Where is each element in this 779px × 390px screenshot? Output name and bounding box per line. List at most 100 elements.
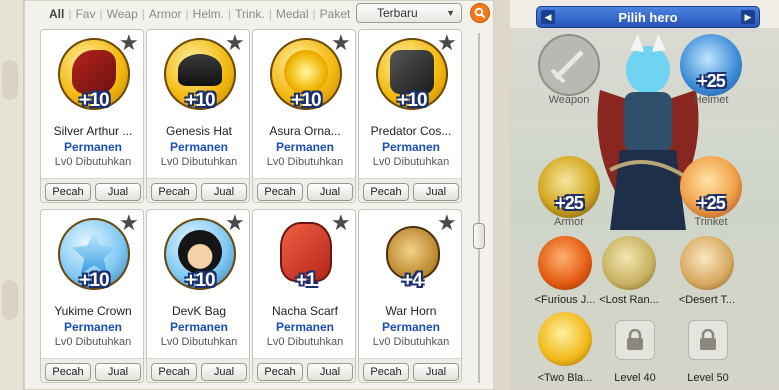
chevron-left-icon[interactable]: ◀ — [541, 10, 555, 24]
armor-slot-label: Armor — [554, 216, 584, 228]
break-button[interactable]: Pecah — [363, 363, 409, 381]
locked-slot-label: Level 50 — [687, 372, 729, 384]
favorite-star-icon[interactable]: ★ — [225, 212, 245, 234]
skill-furious-icon[interactable] — [538, 236, 592, 290]
item-duration: Permanen — [275, 320, 335, 334]
locked-slot-label: Level 40 — [614, 372, 656, 384]
trinket-enhance-level: +25 — [697, 193, 726, 213]
favorite-star-icon[interactable]: ★ — [119, 212, 139, 234]
hero-equipment-panel: ◀ Pilih hero ▶ Weapon +25 Helmet +25 Arm… — [510, 0, 779, 390]
trinket-slot-label: Trinket — [694, 216, 728, 228]
item-level-requirement: Lv0 Dibutuhkan — [372, 156, 450, 168]
item-card-war-horn[interactable]: +4 ★ War Horn Permanen Lv0 Dibutuhkan Pe… — [358, 209, 462, 383]
break-button[interactable]: Pecah — [257, 183, 303, 201]
filter-medal[interactable]: Medal — [272, 7, 313, 21]
lock-icon — [627, 329, 643, 350]
skill-label: <Desert T... — [678, 294, 736, 306]
item-duration: Permanen — [169, 140, 229, 154]
item-name: Silver Arthur ... — [53, 124, 133, 138]
item-level-requirement: Lv0 Dibutuhkan — [160, 156, 238, 168]
scrollbar-thumb[interactable] — [473, 223, 485, 249]
item-card-devk-bag[interactable]: +10 ★ DevK Bag Permanen Lv0 Dibutuhkan P… — [146, 209, 250, 383]
filter-all[interactable]: All — [45, 7, 68, 21]
skill-label: <Lost Ran... — [599, 294, 659, 306]
item-name: Yukime Crown — [54, 304, 132, 318]
skill-label: <Furious J... — [534, 294, 596, 306]
item-level-requirement: Lv0 Dibutuhkan — [266, 156, 344, 168]
skill-lost-ranger-icon[interactable] — [602, 236, 656, 290]
favorite-star-icon[interactable]: ★ — [331, 32, 351, 54]
item-card-genesis-hat[interactable]: +10 ★ Genesis Hat Permanen Lv0 Dibutuhka… — [146, 29, 250, 203]
item-card-nacha-scarf[interactable]: +1 ★ Nacha Scarf Permanen Lv0 Dibutuhkan… — [252, 209, 356, 383]
enhance-level: +10 — [185, 90, 215, 111]
sell-button[interactable]: Jual — [307, 363, 353, 381]
favorite-star-icon[interactable]: ★ — [331, 212, 351, 234]
filter-package[interactable]: Paket — [316, 7, 355, 21]
item-card-predator-costume[interactable]: +10 ★ Predator Cos... Permanen Lv0 Dibut… — [358, 29, 462, 203]
break-button[interactable]: Pecah — [257, 363, 303, 381]
hero-selector[interactable]: ◀ Pilih hero ▶ — [536, 6, 760, 28]
sword-icon — [550, 50, 584, 84]
trinket-slot[interactable]: +25 — [680, 156, 742, 218]
inventory-scrollbar[interactable] — [473, 33, 485, 383]
item-card-silver-arthur[interactable]: +10 ★ Silver Arthur ... Permanen Lv0 Dib… — [40, 29, 144, 203]
locked-slot-level-40 — [615, 320, 655, 360]
favorite-star-icon[interactable]: ★ — [225, 32, 245, 54]
break-button[interactable]: Pecah — [151, 363, 197, 381]
sell-button[interactable]: Jual — [307, 183, 353, 201]
favorite-star-icon[interactable]: ★ — [119, 32, 139, 54]
filter-armor[interactable]: Armor — [145, 7, 186, 21]
weapon-slot-label: Weapon — [548, 94, 590, 106]
armor-slot[interactable]: +25 — [538, 156, 600, 218]
sell-button[interactable]: Jual — [201, 183, 247, 201]
favorite-star-icon[interactable]: ★ — [437, 32, 457, 54]
favorite-star-icon[interactable]: ★ — [437, 212, 457, 234]
skill-desert-icon[interactable] — [680, 236, 734, 290]
item-actions: Pecah Jual — [147, 358, 249, 382]
helmet-slot[interactable]: +25 — [680, 34, 742, 96]
item-name: Predator Cos... — [370, 124, 452, 138]
sell-button[interactable]: Jual — [201, 363, 247, 381]
item-name: Asura Orna... — [269, 124, 341, 138]
item-name: Nacha Scarf — [271, 304, 339, 318]
inventory-panel: All | Fav | Weap | Armor | Helm. | Trink. | Me… — [24, 0, 494, 390]
item-card-asura-ornament[interactable]: +10 ★ Asura Orna... Permanen Lv0 Dibutuh… — [252, 29, 356, 203]
locked-slot-level-50 — [688, 320, 728, 360]
sell-button[interactable]: Jual — [95, 183, 141, 201]
helmet-slot-label: Helmet — [693, 94, 729, 106]
scrollbar-track — [478, 33, 480, 383]
item-level-requirement: Lv0 Dibutuhkan — [160, 336, 238, 348]
item-level-requirement: Lv0 Dibutuhkan — [266, 336, 344, 348]
item-actions: Pecah Jual — [147, 178, 249, 202]
sort-selected-value: Terbaru — [377, 6, 418, 20]
left-edge-panel — [0, 0, 24, 390]
sort-dropdown[interactable]: Terbaru ▼ — [356, 3, 462, 23]
enhance-level: +1 — [296, 270, 317, 291]
break-button[interactable]: Pecah — [45, 183, 91, 201]
filter-fav[interactable]: Fav — [71, 7, 99, 21]
search-button[interactable] — [470, 3, 490, 23]
skill-two-blades-icon[interactable] — [538, 312, 592, 366]
filter-trinket[interactable]: Trink. — [231, 7, 269, 21]
skill-label: <Two Bla... — [537, 372, 593, 384]
item-actions: Pecah Jual — [41, 178, 143, 202]
item-duration: Permanen — [381, 320, 441, 334]
item-actions: Pecah Jual — [253, 178, 355, 202]
panel-divider — [494, 0, 510, 390]
sell-button[interactable]: Jual — [95, 363, 141, 381]
filter-weapon[interactable]: Weap — [103, 7, 142, 21]
armor-enhance-level: +25 — [555, 193, 584, 213]
weapon-slot[interactable] — [538, 34, 600, 96]
item-name: Genesis Hat — [165, 124, 233, 138]
sell-button[interactable]: Jual — [413, 363, 459, 381]
break-button[interactable]: Pecah — [151, 183, 197, 201]
item-duration: Permanen — [63, 320, 123, 334]
chevron-right-icon[interactable]: ▶ — [741, 10, 755, 24]
enhance-level: +10 — [79, 270, 109, 291]
break-button[interactable]: Pecah — [45, 363, 91, 381]
filter-helmet[interactable]: Helm. — [189, 7, 228, 21]
sell-button[interactable]: Jual — [413, 183, 459, 201]
item-card-yukime-crown[interactable]: +10 ★ Yukime Crown Permanen Lv0 Dibutuhk… — [40, 209, 144, 383]
break-button[interactable]: Pecah — [363, 183, 409, 201]
item-actions: Pecah Jual — [359, 178, 461, 202]
